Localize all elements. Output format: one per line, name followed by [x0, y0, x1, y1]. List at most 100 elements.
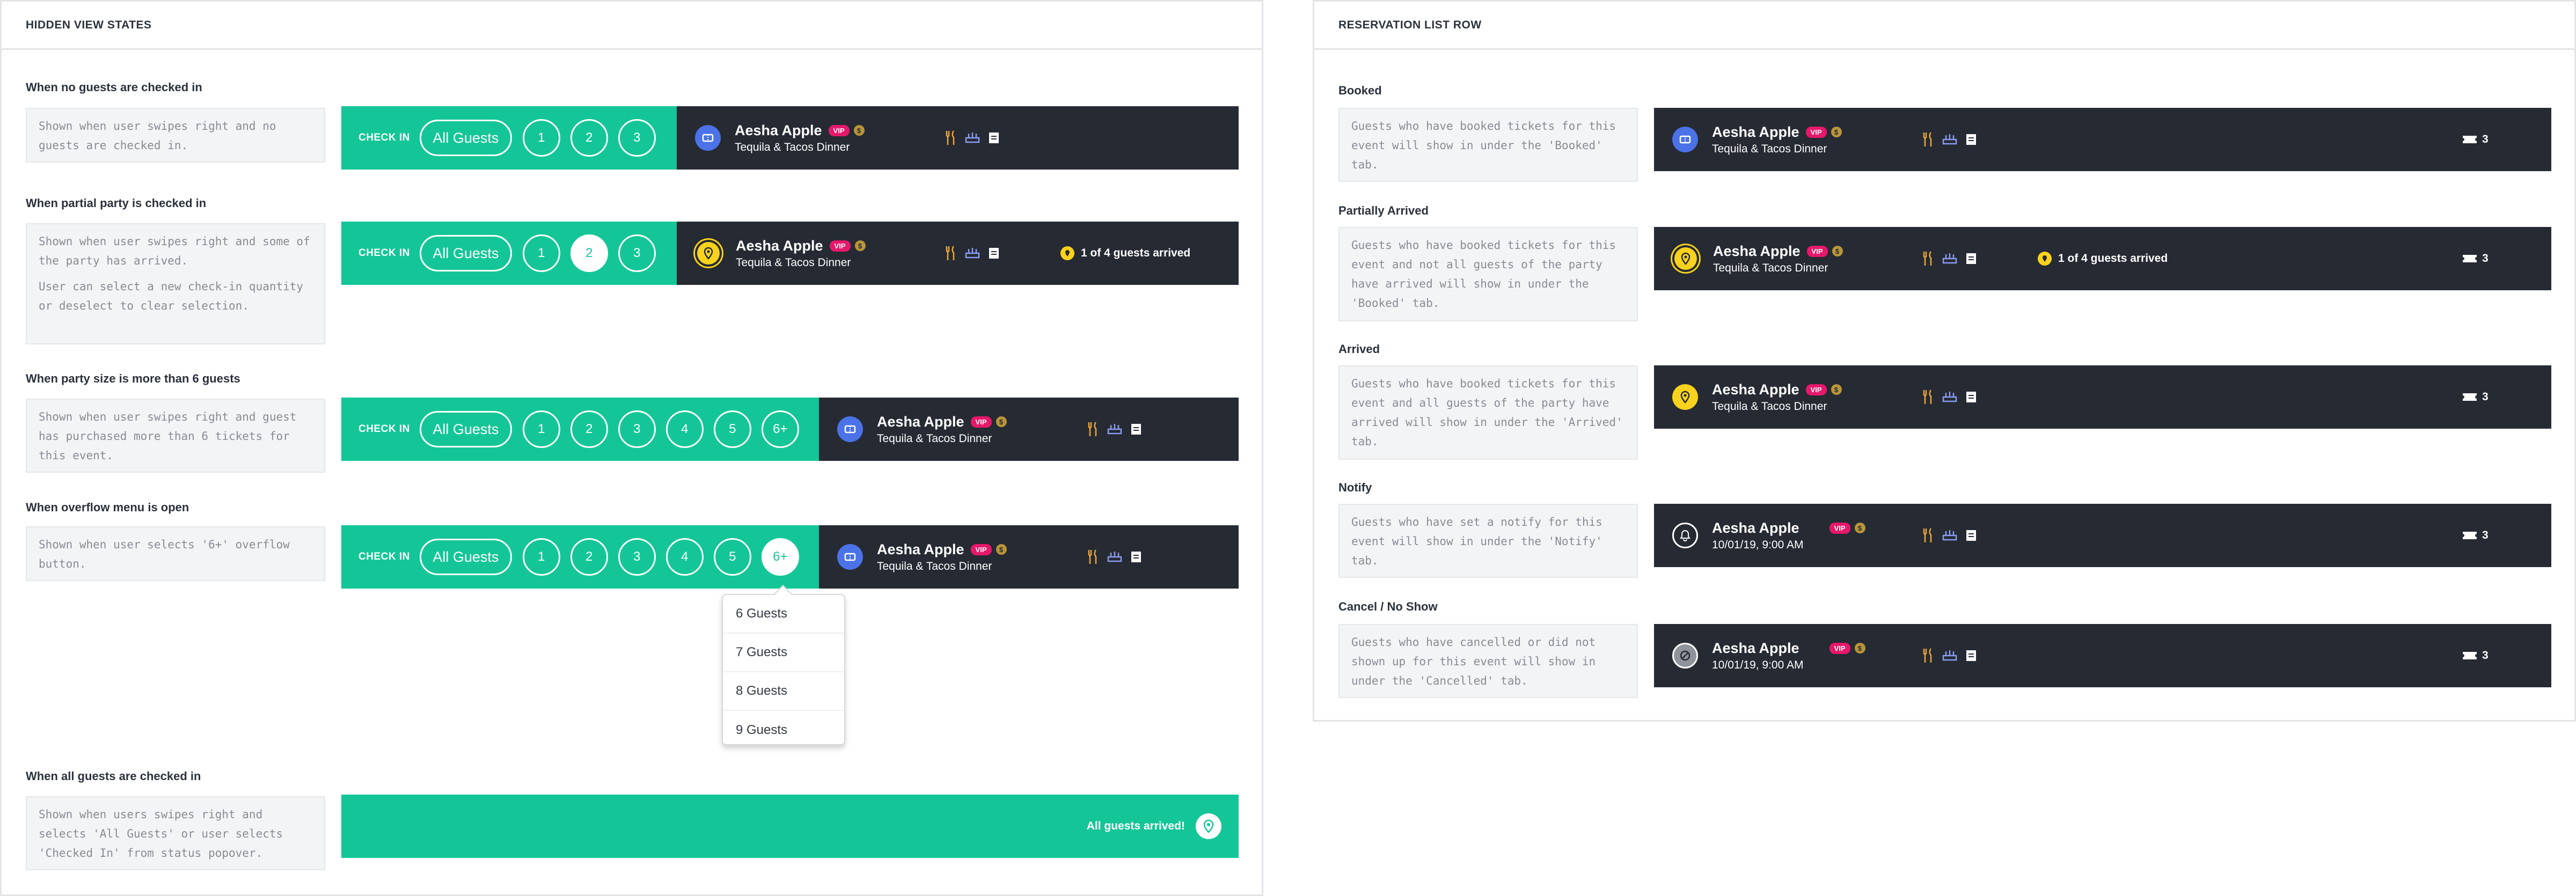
checkin-label: CHECK IN: [358, 247, 410, 259]
swipe-row-overflow[interactable]: CHECK IN All Guests 1 2 3 4 5 6+ Aesha A…: [341, 525, 1239, 589]
reservation-row-arrived[interactable]: Aesha Apple VIP $ Tequila & Tacos Dinner…: [1654, 365, 2551, 429]
notes-icon: [1966, 530, 1976, 541]
section-label: Partially Arrived: [1338, 204, 1429, 217]
guest-count-button[interactable]: 3: [618, 234, 656, 272]
dollar-icon: $: [1831, 384, 1842, 395]
checkin-swipe-area: CHECK IN All Guests 1 2 3: [341, 222, 677, 285]
guest-info: Aesha Apple VIP $ Tequila & Tacos Dinner: [736, 238, 866, 269]
section-label: Notify: [1338, 481, 1372, 494]
seating-icon: [965, 133, 980, 143]
all-guests-button[interactable]: All Guests: [419, 539, 512, 575]
guest-count-button[interactable]: 3: [618, 410, 656, 448]
all-guests-button[interactable]: All Guests: [419, 235, 512, 271]
swipe-row-no-guests[interactable]: CHECK IN All Guests 1 2 3 Aesha Apple VI…: [341, 106, 1239, 170]
ticket-count: 3: [2462, 133, 2489, 146]
checkin-swipe-area: CHECK IN All Guests 1 2 3 4 5 6+: [341, 525, 819, 589]
vip-badge: VIP: [1829, 642, 1850, 654]
reservation-row: Aesha Apple VIP $ Tequila & Tacos Dinner…: [1654, 365, 2551, 429]
dollar-icon: $: [854, 240, 866, 251]
guest-count-button[interactable]: 2: [570, 119, 608, 157]
overflow-button[interactable]: 6+: [761, 410, 799, 448]
overflow-menu-item[interactable]: 9 Guests: [723, 711, 844, 750]
panel-header: HIDDEN VIEW STATES: [2, 2, 1262, 50]
reservation-row-partially-arrived[interactable]: Aesha Apple VIP $ Tequila & Tacos Dinner…: [1654, 227, 2551, 290]
reservation-row: Aesha Apple VIP $ 10/01/19, 9:00 AM 3: [1654, 504, 2551, 567]
dollar-icon: $: [996, 544, 1007, 555]
dining-icon: [1088, 422, 1097, 436]
ticket-count-value: 3: [2482, 649, 2489, 662]
section-label: Arrived: [1338, 342, 1380, 356]
seating-icon: [1942, 650, 1957, 661]
reservation-row[interactable]: Aesha Apple VIP $ Tequila & Tacos Dinner…: [677, 222, 1239, 285]
guest-count-button[interactable]: 1: [522, 119, 560, 157]
overflow-menu: 6 Guests 7 Guests 8 Guests 9 Guests: [722, 594, 845, 745]
pin-icon: [1674, 247, 1697, 270]
guest-count-button[interactable]: 2: [570, 538, 608, 576]
overflow-menu-item[interactable]: 7 Guests: [723, 634, 844, 672]
guest-count-button[interactable]: 3: [618, 119, 656, 157]
all-guests-button[interactable]: All Guests: [419, 120, 512, 156]
section-label: When all guests are checked in: [26, 769, 201, 783]
dollar-icon: $: [1854, 523, 1865, 533]
guest-name: Aesha Apple: [1712, 519, 1799, 536]
reservation-row-cancelled[interactable]: Aesha Apple VIP $ 10/01/19, 9:00 AM 3: [1654, 624, 2551, 687]
reservation-row: Aesha Apple VIP $ Tequila & Tacos Dinner…: [1654, 108, 2551, 171]
ticket-icon: [837, 416, 863, 442]
guest-count-button[interactable]: 5: [713, 538, 751, 576]
guest-name: Aesha Apple: [1712, 123, 1799, 140]
guest-count-button[interactable]: 4: [665, 410, 704, 448]
dining-icon: [946, 130, 955, 145]
reservation-row[interactable]: Aesha Apple VIP $ Tequila & Tacos Dinner: [819, 398, 1239, 461]
guest-info: Aesha Apple VIP $ 10/01/19, 9:00 AM: [1712, 640, 1865, 672]
reservation-icons: [1922, 527, 1977, 544]
dollar-icon: $: [1832, 246, 1843, 256]
guest-count-button[interactable]: 3: [618, 538, 656, 576]
ticket-icon: [2463, 136, 2477, 143]
guest-name: Aesha Apple: [736, 237, 823, 254]
notes-icon: [989, 248, 999, 259]
checkin-label: CHECK IN: [358, 423, 410, 435]
section-description: Guests who have booked tickets for this …: [1338, 365, 1638, 460]
seating-icon: [1107, 424, 1122, 435]
ticket-count-value: 3: [2482, 133, 2489, 145]
reservation-row[interactable]: Aesha Apple VIP $ Tequila & Tacos Dinner: [819, 525, 1239, 589]
reservation-row-booked[interactable]: Aesha Apple VIP $ Tequila & Tacos Dinner…: [1654, 108, 2551, 171]
overflow-button-selected[interactable]: 6+: [761, 538, 799, 576]
guest-count-button[interactable]: 2: [570, 410, 608, 448]
ticket-count: 3: [2462, 252, 2489, 265]
guest-count-button[interactable]: 1: [522, 410, 560, 448]
description-text: Shown when user swipes right and guest h…: [39, 410, 297, 462]
swipe-row-large-party[interactable]: CHECK IN All Guests 1 2 3 4 5 6+ Aesha A…: [341, 398, 1239, 461]
reservation-icons: [1922, 389, 1977, 405]
all-guests-button[interactable]: All Guests: [419, 411, 512, 447]
swipe-row-partial[interactable]: CHECK IN All Guests 1 2 3 Aesha Apple VI…: [341, 222, 1239, 285]
panel-title: HIDDEN VIEW STATES: [26, 18, 152, 31]
guest-count-button-selected[interactable]: 2: [570, 234, 608, 272]
dining-icon: [1923, 390, 1932, 404]
overflow-menu-item[interactable]: 8 Guests: [723, 672, 844, 711]
panel-title: RESERVATION LIST ROW: [1338, 18, 1482, 31]
guest-count-button[interactable]: 5: [713, 410, 751, 448]
ticket-count-value: 3: [2482, 391, 2489, 403]
seating-icon: [1942, 253, 1957, 264]
reservation-row-notify[interactable]: Aesha Apple VIP $ 10/01/19, 9:00 AM 3: [1654, 504, 2551, 567]
hidden-view-states-panel: HIDDEN VIEW STATES When no guests are ch…: [0, 0, 1263, 896]
reservation-icons: [1922, 251, 1977, 267]
guest-name: Aesha Apple: [1712, 381, 1799, 398]
notes-icon: [1966, 392, 1976, 402]
pin-icon: [1060, 246, 1074, 260]
ticket-count-value: 3: [2482, 529, 2489, 541]
guest-count-button[interactable]: 4: [665, 538, 704, 576]
reservation-icons: [1087, 549, 1142, 565]
panel-header: RESERVATION LIST ROW: [1314, 2, 2574, 50]
event-name: Tequila & Tacos Dinner: [1713, 261, 1828, 274]
guest-count-button[interactable]: 1: [522, 538, 560, 576]
notes-icon: [1966, 134, 1976, 145]
pin-icon: [1196, 813, 1221, 839]
ticket-count: 3: [2462, 529, 2489, 542]
all-guests-arrived-row[interactable]: All guests arrived!: [341, 795, 1239, 858]
reservation-icons: [1922, 131, 1977, 148]
reservation-row[interactable]: Aesha Apple VIP $ Tequila & Tacos Dinner: [677, 106, 1239, 170]
guest-count-button[interactable]: 1: [522, 234, 560, 272]
guest-info: Aesha Apple VIP $ 10/01/19, 9:00 AM: [1712, 520, 1865, 552]
